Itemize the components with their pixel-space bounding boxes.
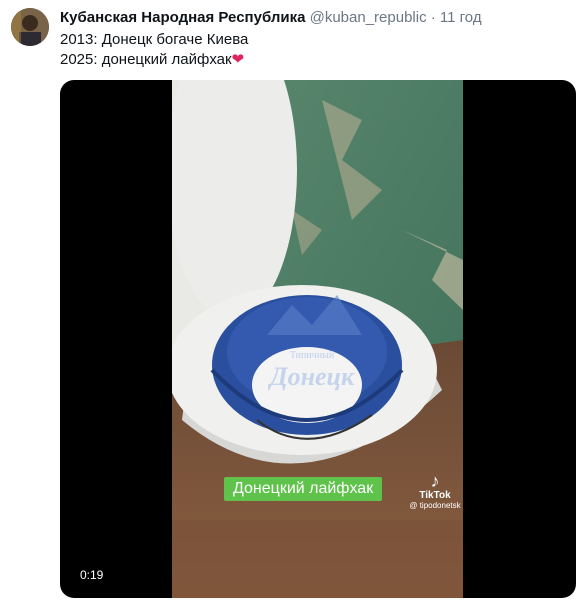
music-note-icon: ♪ xyxy=(430,471,440,491)
video-timer: 0:19 xyxy=(80,568,104,582)
separator: · xyxy=(430,9,436,26)
video-caption: Донецкий лайфхак xyxy=(224,477,383,501)
tiktok-watermark: ♪ TikTok @ tipodonetsk xyxy=(400,472,463,510)
tiktok-user: @ tipodonetsk xyxy=(409,501,461,510)
video-frame[interactable]: Типичный Донецк Донецкий лайфхак ♪ TikTo… xyxy=(172,80,463,598)
tweet-text: 2013: Донецк богаче Киева 2025: донецкий… xyxy=(60,30,248,70)
watermark-top: Типичный xyxy=(290,350,335,361)
timestamp[interactable]: 11 год xyxy=(440,9,482,26)
author-name[interactable]: Кубанская Народная Республика xyxy=(60,9,305,26)
watermark: Донецк xyxy=(268,362,355,391)
tiktok-brand: TikTok xyxy=(419,490,451,501)
tweet-line-2-text: 2025: донецкий лайфхак xyxy=(60,51,232,68)
avatar-image xyxy=(11,8,49,46)
author-handle[interactable]: @kuban_republic xyxy=(310,9,427,26)
avatar[interactable] xyxy=(11,8,49,46)
video-scene: Типичный Донецк xyxy=(172,80,463,598)
tweet-line-2: 2025: донецкий лайфхак❤ xyxy=(60,50,248,70)
tweet-header: Кубанская Народная Республика @kuban_rep… xyxy=(60,9,482,27)
heart-icon: ❤ xyxy=(231,51,245,68)
tweet-line-1: 2013: Донецк богаче Киева xyxy=(60,31,249,48)
video-player[interactable]: Типичный Донецк Донецкий лайфхак ♪ TikTo… xyxy=(60,80,576,598)
